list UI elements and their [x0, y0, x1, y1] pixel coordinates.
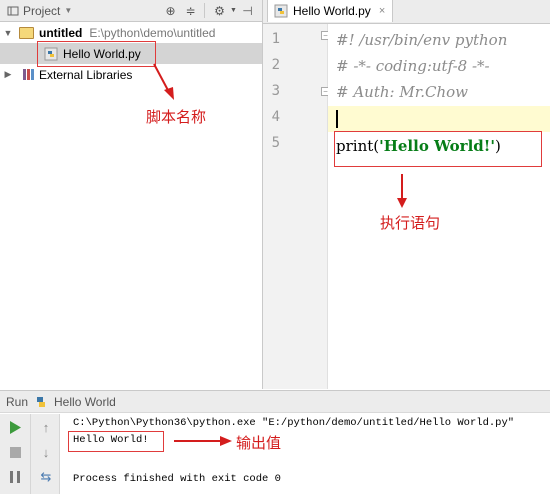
- python-file-icon: [274, 4, 288, 18]
- library-icon: [23, 69, 34, 80]
- annotation-arrow-script: [153, 63, 174, 100]
- annotation-exec-statement: 执行语句: [380, 215, 441, 232]
- run-toolbar-left: [0, 414, 31, 494]
- project-tab-label: Project: [23, 3, 61, 18]
- line-number: 3: [271, 83, 280, 99]
- python-run-config-icon: [37, 396, 46, 407]
- run-config-name: Hello World: [54, 394, 116, 409]
- run-console[interactable]: C:\Python\Python36\python.exe "E:/python…: [60, 414, 550, 494]
- annotation-script-name: 脚本名称: [146, 109, 207, 126]
- tree-item-external-libraries[interactable]: ▶ External Libraries: [0, 64, 262, 85]
- down-arrow-icon[interactable]: ↓: [38, 444, 54, 460]
- annotation-arrow-output: [174, 436, 232, 446]
- console-line: Process finished with exit code 0: [73, 473, 281, 485]
- editor-tab-label: Hello World.py: [293, 4, 371, 18]
- project-view-selector[interactable]: Project ▼: [0, 0, 75, 21]
- collapse-all-icon[interactable]: ≑: [183, 3, 198, 18]
- statement-highlight-box: [334, 131, 542, 167]
- gear-icon[interactable]: ⚙: [212, 3, 227, 18]
- hide-panel-icon[interactable]: ⊣: [240, 3, 255, 18]
- root-folder-path: E:\python\demo\untitled: [89, 25, 216, 40]
- run-panel-header: Run Hello World: [0, 390, 550, 413]
- root-folder-name: untitled: [39, 25, 83, 40]
- line-number: 1: [271, 31, 280, 47]
- sync-icon[interactable]: ⊕: [163, 3, 178, 18]
- console-line: C:\Python\Python36\python.exe "E:/python…: [73, 417, 515, 429]
- stop-icon[interactable]: [7, 444, 23, 460]
- expand-arrow-icon[interactable]: ▼: [3, 28, 13, 38]
- close-tab-icon[interactable]: ×: [379, 5, 385, 17]
- pause-icon[interactable]: [7, 469, 23, 485]
- settings-dropdown-icon[interactable]: ▼: [226, 3, 241, 18]
- line-number-gutter: 1 2 3 4 5 − −: [263, 24, 330, 389]
- annotation-arrow-statement: [397, 174, 407, 208]
- line-number: 5: [271, 135, 280, 151]
- line-number: 4: [271, 109, 280, 125]
- editor-tab[interactable]: Hello World.py ×: [267, 0, 393, 22]
- soft-wrap-icon[interactable]: ⇆: [38, 469, 54, 485]
- project-panel: Project ▼ ⊕ ≑ ⚙ ▼ ⊣ ▼ untitled E:\python…: [0, 0, 263, 389]
- chevron-down-icon: ▼: [64, 6, 73, 15]
- file-highlight-box: [37, 41, 156, 67]
- run-header-label: Run: [6, 394, 29, 409]
- code-line: #! /usr/bin/env python: [336, 31, 508, 49]
- tree-item-root[interactable]: ▼ untitled E:\python\demo\untitled: [0, 22, 262, 43]
- code-line: # Auth: Mr.Chow: [336, 83, 468, 101]
- project-view-icon: [7, 6, 19, 15]
- text-caret: [336, 110, 338, 128]
- project-toolbar: Project ▼ ⊕ ≑ ⚙ ▼ ⊣: [0, 0, 262, 22]
- external-libraries-label: External Libraries: [39, 67, 133, 82]
- rerun-icon[interactable]: [7, 419, 23, 435]
- annotation-output-value: 输出值: [236, 435, 282, 452]
- code-line-current: [328, 106, 550, 132]
- code-line: # -*- coding:utf-8 -*-: [336, 57, 490, 75]
- folder-icon: [19, 26, 34, 39]
- line-number: 2: [271, 57, 280, 73]
- collapsed-arrow-icon[interactable]: ▶: [3, 69, 13, 80]
- code-editor[interactable]: #! /usr/bin/env python # -*- coding:utf-…: [328, 24, 550, 389]
- editor-tabbar: Hello World.py ×: [263, 0, 550, 24]
- run-toolbar-right: ↑ ↓ ⇆: [31, 414, 60, 494]
- up-arrow-icon[interactable]: ↑: [38, 419, 54, 435]
- output-highlight-box: [68, 431, 164, 452]
